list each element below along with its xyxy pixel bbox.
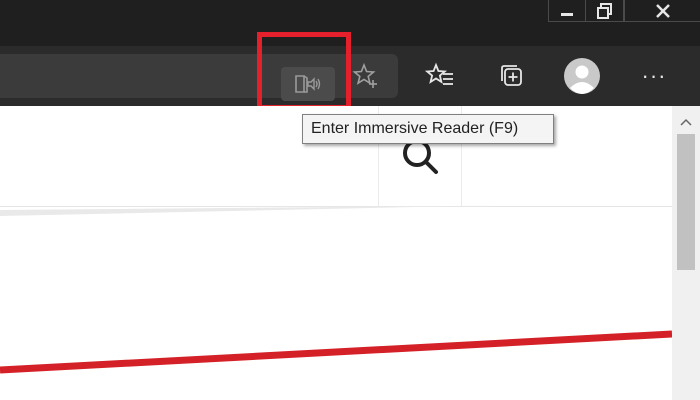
minimize-icon (561, 12, 573, 16)
favorites-list-icon (425, 62, 453, 85)
restore-button[interactable] (586, 0, 624, 22)
tooltip-text: Enter Immersive Reader (F9) (311, 120, 519, 137)
favorites-button[interactable] (420, 56, 460, 96)
collections-button[interactable] (492, 56, 532, 96)
minimize-button[interactable] (548, 0, 586, 22)
page-content (0, 106, 672, 400)
tooltip: Enter Immersive Reader (F9) (302, 114, 554, 144)
more-button[interactable]: ··· (634, 56, 674, 96)
header-shadow (0, 204, 672, 216)
avatar (564, 58, 600, 94)
profile-button[interactable] (562, 56, 602, 96)
scroll-thumb[interactable] (677, 134, 695, 270)
collections-icon (501, 65, 522, 86)
accent-line (0, 330, 672, 374)
star-add-icon (352, 62, 377, 88)
highlight-box (257, 32, 351, 110)
scroll-up-button[interactable] (672, 112, 700, 132)
add-to-favorites-button[interactable] (346, 56, 386, 96)
close-icon (655, 3, 670, 18)
vertical-scrollbar[interactable] (672, 106, 700, 400)
restore-icon (596, 2, 612, 19)
chevron-up-icon (680, 118, 692, 126)
close-button[interactable] (624, 0, 700, 22)
